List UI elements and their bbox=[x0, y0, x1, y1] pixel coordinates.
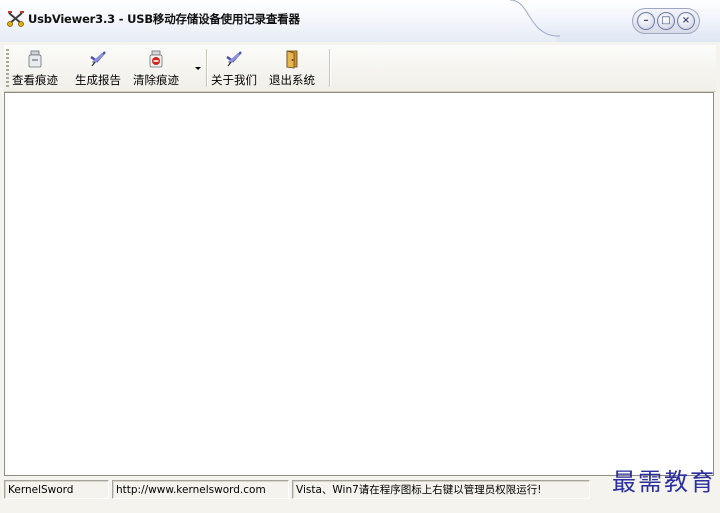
generate-report-label: 生成报告 bbox=[75, 73, 121, 87]
usb-drive-icon bbox=[28, 50, 42, 68]
report-pen-icon bbox=[90, 51, 106, 67]
exit-system-button[interactable]: 退出系统 bbox=[269, 49, 315, 89]
generate-report-button[interactable]: 生成报告 bbox=[75, 49, 121, 89]
records-list-view[interactable] bbox=[4, 92, 714, 476]
close-button[interactable]: × bbox=[677, 12, 695, 30]
toolbar-separator bbox=[329, 49, 330, 87]
view-traces-button[interactable]: 查看痕迹 bbox=[12, 49, 58, 89]
title-bar[interactable]: UsbViewer3.3 - USB移动存储设备使用记录查看器 – □ × bbox=[0, 0, 720, 42]
usb-remove-icon bbox=[149, 50, 163, 68]
exit-system-label: 退出系统 bbox=[269, 73, 315, 87]
view-traces-label: 查看痕迹 bbox=[12, 73, 58, 87]
toolbar-grip[interactable] bbox=[6, 49, 9, 87]
app-window: UsbViewer3.3 - USB移动存储设备使用记录查看器 – □ × 查看… bbox=[0, 0, 720, 513]
minimize-button[interactable]: – bbox=[637, 12, 655, 30]
status-bar: KernelSword http://www.kernelsword.com V… bbox=[4, 478, 716, 502]
exit-door-icon bbox=[286, 50, 298, 69]
clear-traces-label: 清除痕迹 bbox=[133, 73, 179, 87]
status-author: KernelSword bbox=[4, 480, 109, 499]
info-pen-icon bbox=[226, 51, 242, 67]
status-admin-hint: Vista、Win7请在程序图标上右键以管理员权限运行! bbox=[292, 480, 590, 499]
window-controls: – □ × bbox=[632, 8, 700, 34]
toolbar: 查看痕迹 生成报告 清除痕迹 关于我们 退出系统 bbox=[4, 45, 716, 92]
restore-button[interactable]: □ bbox=[657, 12, 675, 30]
window-title: UsbViewer3.3 - USB移动存储设备使用记录查看器 bbox=[28, 12, 300, 26]
clear-traces-dropdown-icon[interactable] bbox=[195, 67, 201, 70]
about-us-button[interactable]: 关于我们 bbox=[211, 49, 257, 89]
status-website: http://www.kernelsword.com bbox=[112, 480, 289, 499]
clear-traces-button[interactable]: 清除痕迹 bbox=[133, 49, 179, 89]
scissors-app-icon bbox=[7, 11, 24, 27]
watermark-text: 最需教育 bbox=[612, 468, 716, 496]
toolbar-separator bbox=[206, 49, 207, 87]
about-us-label: 关于我们 bbox=[211, 73, 257, 87]
